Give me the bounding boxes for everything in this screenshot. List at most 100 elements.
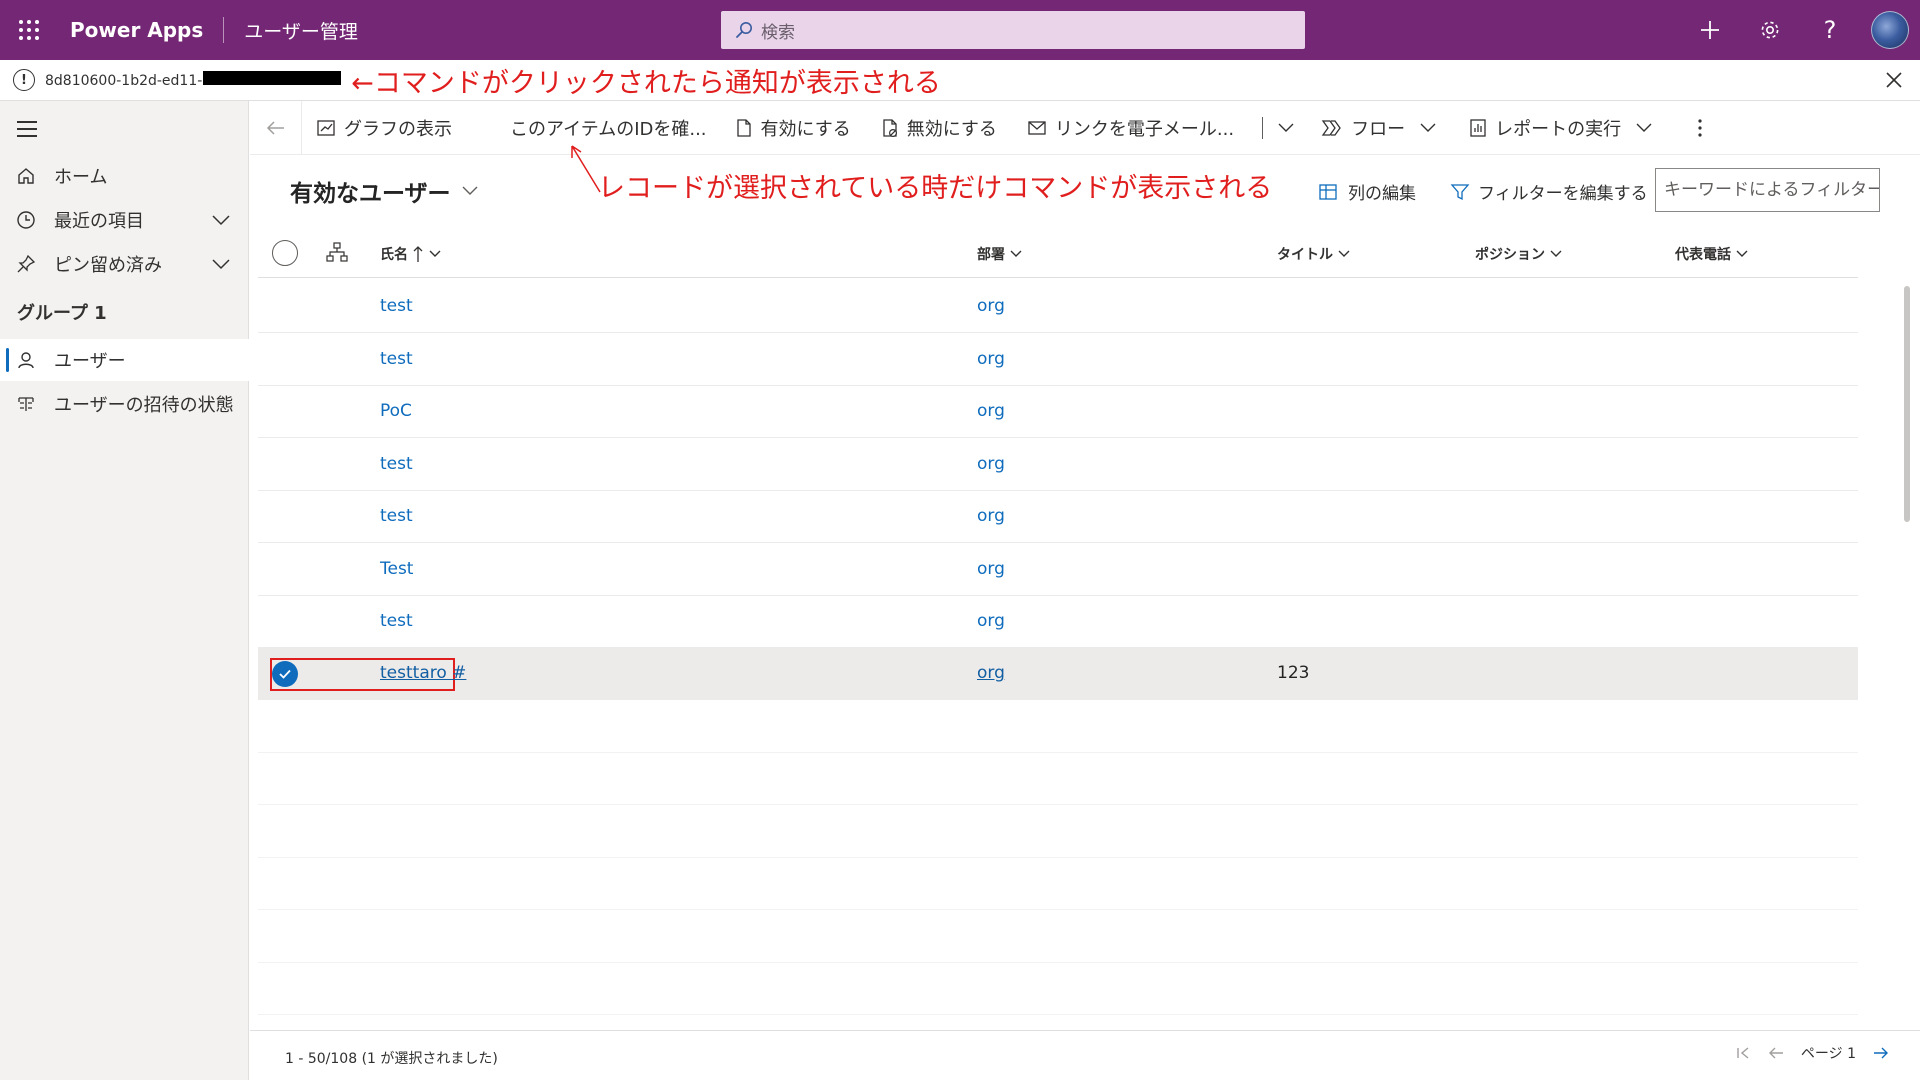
table-row[interactable]: Test org xyxy=(258,543,1858,596)
grid-header: 氏名 部署 タイトル ポジション 代表電話 xyxy=(258,230,1858,278)
column-header-main-phone[interactable]: 代表電話 xyxy=(1675,244,1749,264)
table-row[interactable]: test org xyxy=(258,280,1858,333)
row-department-link[interactable]: org xyxy=(977,349,1005,369)
column-header-title[interactable]: タイトル xyxy=(1277,244,1351,264)
grid-scrollbar[interactable] xyxy=(1904,286,1910,522)
column-header-label: タイトル xyxy=(1277,247,1333,263)
table-row[interactable]: test org xyxy=(258,438,1858,491)
more-vertical-icon xyxy=(1698,118,1702,137)
deactivate-label: 無効にする xyxy=(906,118,997,140)
sort-ascending-icon xyxy=(413,246,423,262)
hierarchy-icon[interactable] xyxy=(326,242,348,262)
row-name-link[interactable]: test xyxy=(380,611,413,631)
table-row[interactable]: PoC org xyxy=(258,385,1858,438)
row-name-link[interactable]: testtaro # xyxy=(380,663,466,683)
chevron-down-icon[interactable] xyxy=(1277,122,1295,134)
pin-icon xyxy=(14,254,38,274)
column-header-name[interactable]: 氏名 xyxy=(380,244,442,264)
table-row[interactable]: test org xyxy=(258,333,1858,386)
sidebar-item-recent[interactable]: 最近の項目 xyxy=(0,199,249,241)
hamburger-icon[interactable] xyxy=(17,121,37,137)
column-header-department[interactable]: 部署 xyxy=(977,244,1023,264)
sidebar-item-home[interactable]: ホーム xyxy=(0,155,249,197)
view-selector[interactable]: 有効なユーザー xyxy=(290,174,479,208)
more-commands-button[interactable] xyxy=(1697,101,1711,155)
edit-columns-button[interactable]: 列の編集 xyxy=(1318,179,1416,204)
row-name-link[interactable]: PoC xyxy=(380,401,412,421)
chevron-down-icon xyxy=(462,186,478,195)
empty-row xyxy=(258,752,1858,805)
clock-icon xyxy=(14,210,38,230)
show-chart-label: グラフの表示 xyxy=(344,118,452,140)
row-name-link[interactable]: Test xyxy=(380,559,413,579)
check-id-button[interactable]: このアイテムのIDを確... xyxy=(510,101,707,155)
show-chart-button[interactable]: グラフの表示 xyxy=(316,101,452,155)
notification-bar: ! 8d810600-1b2d-ed11- ←コマンドがクリックされたら通知が表… xyxy=(0,60,1920,101)
home-icon xyxy=(14,166,38,186)
column-header-label: 氏名 xyxy=(380,247,408,263)
sidebar-item-pinned[interactable]: ピン留め済み xyxy=(0,243,249,285)
row-name-link[interactable]: test xyxy=(380,506,413,526)
row-name-link[interactable]: test xyxy=(380,349,413,369)
sidebar-item-label: ユーザーの招待の状態 xyxy=(54,395,234,416)
sidebar-item-invite-status[interactable]: ユーザーの招待の状態 xyxy=(0,383,249,425)
table-row[interactable]: test org xyxy=(258,595,1858,648)
notification-close-button[interactable] xyxy=(1882,68,1906,92)
email-link-label: リンクを電子メール... xyxy=(1054,118,1235,140)
help-icon: ? xyxy=(1823,16,1837,44)
column-header-label: ポジション xyxy=(1475,247,1545,263)
search-icon xyxy=(736,22,752,38)
select-all-checkbox[interactable] xyxy=(272,240,298,266)
help-button[interactable]: ? xyxy=(1800,0,1860,60)
flow-button[interactable]: フロー xyxy=(1321,101,1445,155)
mail-link-icon xyxy=(1028,120,1046,135)
row-department-link[interactable]: org xyxy=(977,663,1005,683)
row-name-link[interactable]: test xyxy=(380,454,413,474)
run-report-label: レポートの実行 xyxy=(1495,118,1622,140)
page-number: ページ 1 xyxy=(1800,1046,1856,1062)
chevron-down-icon[interactable] xyxy=(211,258,231,270)
email-link-button[interactable]: リンクを電子メール... xyxy=(1027,101,1234,155)
column-header-position[interactable]: ポジション xyxy=(1475,244,1563,264)
row-department-link[interactable]: org xyxy=(977,454,1005,474)
back-arrow-icon xyxy=(266,120,284,135)
chart-icon xyxy=(317,119,335,136)
app-title[interactable]: ユーザー管理 xyxy=(244,17,358,44)
sidebar-item-label: ユーザー xyxy=(54,351,126,372)
run-report-button[interactable]: レポートの実行 xyxy=(1469,101,1661,155)
row-name-link[interactable]: test xyxy=(380,296,413,316)
previous-page-icon[interactable] xyxy=(1767,1046,1785,1060)
document-block-icon xyxy=(883,118,897,137)
row-department-link[interactable]: org xyxy=(977,296,1005,316)
new-button[interactable] xyxy=(1680,0,1740,60)
view-title: 有効なユーザー xyxy=(290,181,451,207)
sidebar-item-label: 最近の項目 xyxy=(54,211,144,232)
table-row-selected[interactable]: testtaro # org 123 xyxy=(258,647,1858,700)
sidebar-item-users[interactable]: ユーザー xyxy=(0,339,249,381)
table-row[interactable]: test org xyxy=(258,490,1858,543)
empty-row xyxy=(258,857,1858,910)
chevron-down-icon[interactable] xyxy=(211,214,231,226)
column-header-label: 代表電話 xyxy=(1675,247,1731,263)
back-button[interactable] xyxy=(250,100,302,155)
app-name[interactable]: Power Apps xyxy=(70,18,203,42)
app-launcher-button[interactable] xyxy=(0,0,58,60)
avatar[interactable] xyxy=(1871,11,1909,49)
row-department-link[interactable]: org xyxy=(977,559,1005,579)
settings-button[interactable] xyxy=(1740,0,1800,60)
global-search-input[interactable]: 検索 xyxy=(721,11,1305,49)
sidebar-item-label: ホーム xyxy=(54,167,108,188)
next-page-icon[interactable] xyxy=(1872,1046,1890,1060)
edit-filters-button[interactable]: フィルターを編集する xyxy=(1450,179,1648,204)
keyword-filter-input[interactable] xyxy=(1655,168,1880,212)
deactivate-button[interactable]: 無効にする xyxy=(881,101,997,155)
row-department-link[interactable]: org xyxy=(977,401,1005,421)
app-header: Power Apps ユーザー管理 検索 ? xyxy=(0,0,1920,60)
invite-status-icon xyxy=(14,394,38,414)
activate-button[interactable]: 有効にする xyxy=(735,101,851,155)
row-department-link[interactable]: org xyxy=(977,506,1005,526)
row-department-link[interactable]: org xyxy=(977,611,1005,631)
first-page-icon[interactable] xyxy=(1735,1046,1751,1060)
report-icon xyxy=(1470,118,1486,137)
chevron-down-icon xyxy=(1736,250,1748,257)
